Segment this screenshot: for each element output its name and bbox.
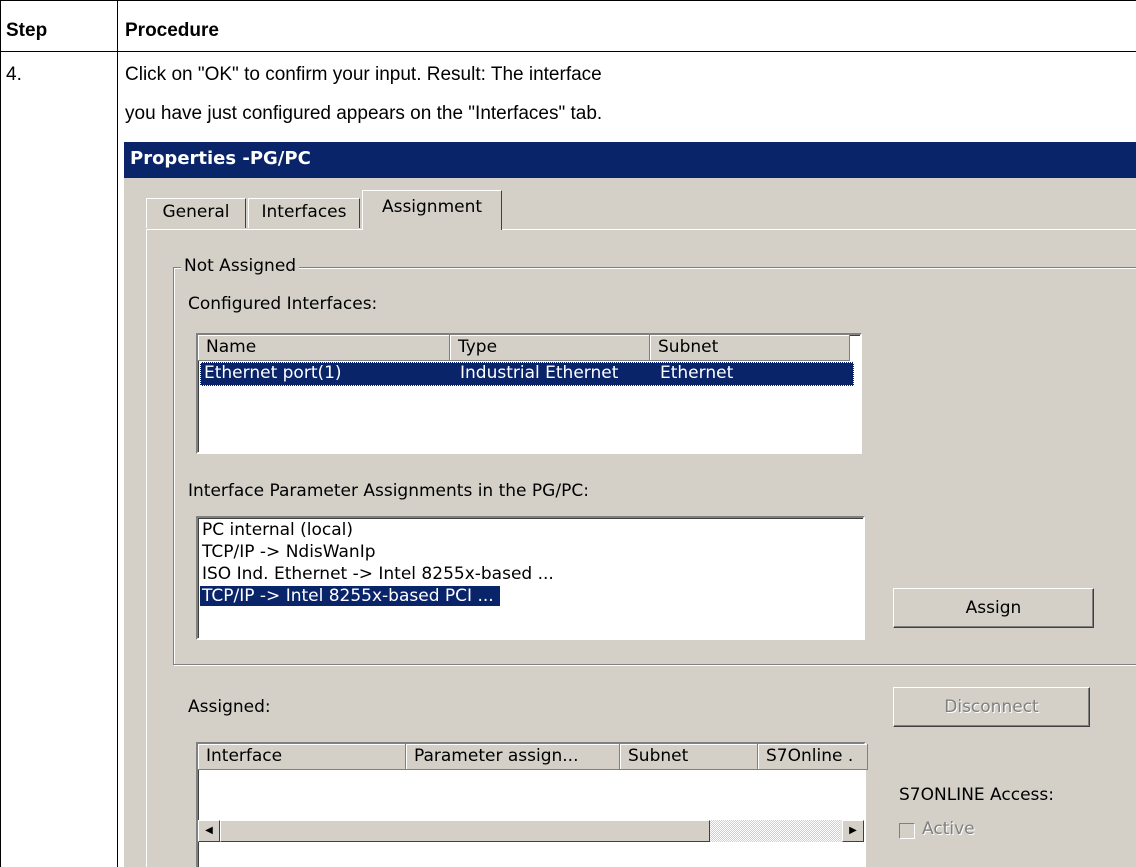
tab-general[interactable]: General (146, 198, 246, 228)
active-checkbox[interactable] (899, 823, 915, 839)
assigned-label: Assigned: (188, 697, 271, 717)
tab-general-label: General (162, 202, 230, 222)
active-checkbox-label: Active (922, 819, 975, 839)
configured-interfaces-list[interactable]: Name Type Subnet Ethernet port(1) Indust… (196, 333, 862, 454)
dialog-titlebar[interactable]: Properties -PG/PC (124, 142, 1136, 178)
configured-row-ethernet-port[interactable]: Ethernet port(1) Industrial Ethernet Eth… (200, 362, 854, 386)
col-interface[interactable]: Interface (198, 744, 406, 770)
param-item-tcpip-intel-pci[interactable]: TCP/IP -> Intel 8255x-based PCI ... (200, 586, 500, 606)
param-item-iso-ethernet[interactable]: ISO Ind. Ethernet -> Intel 8255x-based .… (202, 564, 554, 584)
scroll-left-icon[interactable]: ◀ (198, 820, 220, 842)
row-subnet: Ethernet (660, 363, 734, 383)
assign-button[interactable]: Assign (893, 588, 1094, 628)
col-name[interactable]: Name (198, 335, 450, 361)
table-border-top (0, 0, 1136, 1)
tab-interfaces[interactable]: Interfaces (248, 198, 360, 228)
procedure-header: Procedure (125, 20, 219, 41)
param-assign-label: Interface Parameter Assignments in the P… (188, 481, 589, 501)
col-type[interactable]: Type (450, 335, 650, 361)
instruction-line-2: you have just configured appears on the … (125, 103, 603, 124)
param-item-tcpip-ndiswanip[interactable]: TCP/IP -> NdisWanIp (202, 542, 376, 562)
configured-interfaces-label: Configured Interfaces: (188, 294, 378, 314)
col-s7online[interactable]: S7Online . (758, 744, 868, 770)
scroll-right-icon[interactable]: ▶ (842, 820, 864, 842)
instruction-line-1: Click on "OK" to confirm your input. Res… (125, 64, 602, 85)
col-subnet[interactable]: Subnet (650, 335, 850, 361)
s7online-access-label: S7ONLINE Access: (899, 785, 1054, 805)
dialog-title: Properties -PG/PC (130, 148, 311, 169)
step-column-divider (117, 0, 118, 867)
param-assign-list[interactable]: PC internal (local) TCP/IP -> NdisWanIp … (196, 516, 865, 640)
header-row-divider (0, 51, 1136, 52)
tab-assignment[interactable]: Assignment (362, 190, 502, 230)
step-number: 4. (6, 64, 22, 85)
assigned-list-hscrollbar[interactable]: ◀ ▶ (198, 820, 864, 842)
step-header: Step (6, 20, 48, 41)
tab-interfaces-label: Interfaces (261, 202, 347, 222)
tab-assignment-label: Assignment (381, 197, 483, 217)
row-name: Ethernet port(1) (204, 363, 342, 383)
assigned-list[interactable]: Interface Parameter assign... Subnet S7O… (196, 742, 868, 867)
disconnect-button[interactable]: Disconnect (893, 687, 1090, 727)
scroll-thumb[interactable] (220, 820, 710, 842)
properties-dialog: Properties -PG/PC General Interfaces Ass… (124, 142, 1136, 867)
col-assigned-subnet[interactable]: Subnet (620, 744, 758, 770)
scroll-track[interactable] (710, 820, 840, 842)
row-type: Industrial Ethernet (460, 363, 619, 383)
col-parameter-assign[interactable]: Parameter assign... (406, 744, 620, 770)
not-assigned-label: Not Assigned (181, 256, 300, 276)
table-border-left (0, 0, 1, 867)
param-item-pc-internal[interactable]: PC internal (local) (202, 520, 353, 540)
